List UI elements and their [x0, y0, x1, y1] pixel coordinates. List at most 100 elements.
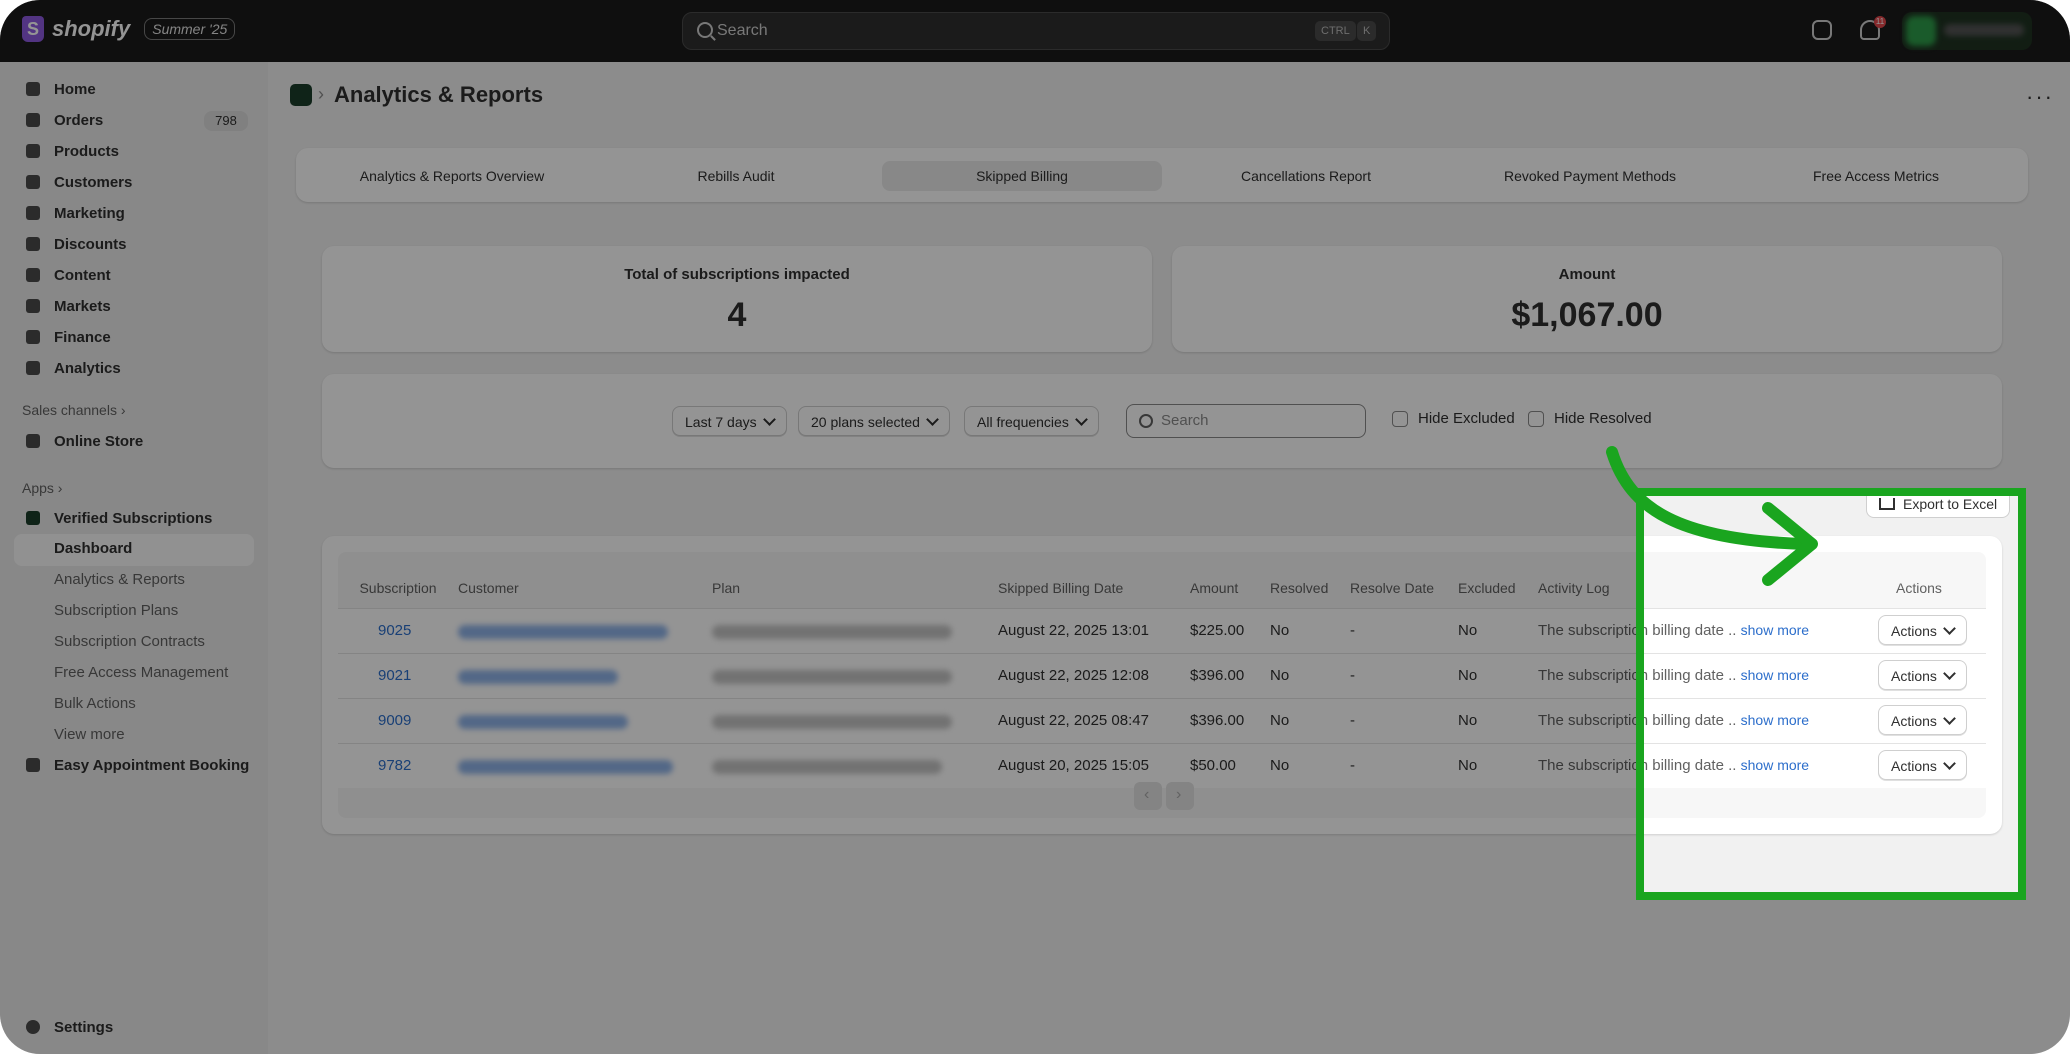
plans-label: 20 plans selected — [811, 414, 920, 430]
show-more-link[interactable]: show more — [1741, 622, 1809, 638]
frequency-select[interactable]: All frequencies — [964, 406, 1099, 436]
plan-redacted — [712, 670, 952, 684]
chevron-down-icon — [1943, 757, 1956, 770]
sidebar-subitem-dashboard[interactable]: Dashboard — [54, 540, 132, 557]
page-title: Analytics & Reports — [334, 82, 544, 107]
date-range-select[interactable]: Last 7 days — [672, 406, 787, 436]
sidebar-item-markets[interactable]: Markets — [26, 293, 111, 319]
col-plan[interactable]: Plan — [712, 580, 740, 596]
subscription-link[interactable]: 9009 — [378, 712, 411, 729]
actions-button[interactable]: Actions — [1878, 705, 1967, 735]
col-resolve-date[interactable]: Resolve Date — [1350, 580, 1434, 596]
sidebar-item-analytics[interactable]: Analytics — [26, 355, 121, 381]
report-tabs: Analytics & Reports Overview Rebills Aud… — [296, 148, 2028, 202]
sales-channels-label[interactable]: Sales channels › — [22, 402, 126, 418]
tab-revoked-payment[interactable]: Revoked Payment Methods — [1454, 161, 1726, 191]
sidebar-subitem-analytics-reports[interactable]: Analytics & Reports — [54, 571, 185, 588]
sidebar-item-easy-appointment[interactable]: Easy Appointment Booking — [26, 752, 249, 778]
hide-resolved-label: Hide Resolved — [1554, 410, 1652, 427]
sidebar-item-finance[interactable]: Finance — [26, 324, 111, 350]
tab-free-access-metrics[interactable]: Free Access Metrics — [1740, 161, 2012, 191]
subscription-link[interactable]: 9782 — [378, 757, 411, 774]
sidebar-item-discounts[interactable]: Discounts — [26, 231, 127, 257]
sidebar-subitem-view-more[interactable]: View more — [54, 726, 125, 743]
shortcut-ctrl: CTRL — [1315, 21, 1356, 41]
sidebar-item-products[interactable]: Products — [26, 138, 119, 164]
content-icon — [26, 268, 40, 282]
col-customer[interactable]: Customer — [458, 580, 519, 596]
tab-skipped-billing[interactable]: Skipped Billing — [882, 161, 1162, 191]
col-subscription[interactable]: Subscription — [338, 580, 458, 596]
customer-redacted — [458, 670, 618, 684]
chevron-left-icon: ‹ — [1144, 786, 1150, 803]
tab-rebills-audit[interactable]: Rebills Audit — [600, 161, 872, 191]
chevron-right-icon: › — [1176, 786, 1182, 803]
sidebar-item-online-store[interactable]: Online Store — [26, 428, 143, 454]
customer-redacted — [458, 625, 668, 639]
sidebar-subitem-free-access[interactable]: Free Access Management — [54, 664, 228, 681]
activity-log: The subscription billing date .. show mo… — [1538, 757, 1810, 774]
amount: $50.00 — [1190, 757, 1236, 774]
global-search[interactable]: Search CTRL K — [682, 12, 1390, 50]
tab-cancellations[interactable]: Cancellations Report — [1170, 161, 1442, 191]
sidebar-item-settings[interactable]: Settings — [26, 1014, 113, 1040]
activity-log: The subscription billing date .. show mo… — [1538, 667, 1810, 684]
sidebar-subitem-subscription-contracts[interactable]: Subscription Contracts — [54, 633, 205, 650]
actions-button[interactable]: Actions — [1878, 750, 1967, 780]
store-icon[interactable] — [1812, 20, 1832, 40]
app-logo-icon[interactable] — [290, 84, 312, 106]
col-skipped-date[interactable]: Skipped Billing Date — [998, 580, 1123, 596]
amount: $396.00 — [1190, 712, 1245, 729]
impacted-label: Total of subscriptions impacted — [624, 266, 850, 283]
sidebar-item-orders[interactable]: Orders — [26, 107, 103, 133]
sidebar-item-verified-subscriptions[interactable]: Verified Subscriptions — [26, 505, 212, 531]
subscription-link[interactable]: 9021 — [378, 667, 411, 684]
show-more-link[interactable]: show more — [1741, 757, 1809, 773]
col-excluded[interactable]: Excluded — [1458, 580, 1516, 596]
show-more-link[interactable]: show more — [1741, 667, 1809, 683]
pagination-prev-button[interactable]: ‹ — [1134, 782, 1162, 810]
sidebar-subitem-subscription-plans[interactable]: Subscription Plans — [54, 602, 178, 619]
actions-button[interactable]: Actions — [1878, 660, 1967, 690]
excluded: No — [1458, 757, 1478, 774]
search-icon — [697, 22, 713, 38]
subscription-link[interactable]: 9025 — [378, 622, 411, 639]
breadcrumb-separator: › — [318, 84, 324, 104]
sidebar-item-label: Markets — [54, 297, 111, 315]
more-actions-icon[interactable]: ··· — [2026, 84, 2054, 110]
export-button[interactable]: Export to Excel — [1866, 488, 2011, 518]
pagination-next-button[interactable]: › — [1166, 782, 1194, 810]
amount: $225.00 — [1190, 622, 1245, 639]
plan-redacted — [712, 760, 942, 774]
tab-overview[interactable]: Analytics & Reports Overview — [316, 161, 588, 191]
target-icon — [26, 206, 40, 220]
orders-count-badge: 798 — [204, 111, 248, 131]
hide-resolved-checkbox[interactable] — [1528, 411, 1544, 427]
chevron-down-icon — [1074, 413, 1088, 426]
col-resolved[interactable]: Resolved — [1270, 580, 1328, 596]
sidebar-item-marketing[interactable]: Marketing — [26, 200, 125, 226]
apps-label[interactable]: Apps › — [22, 480, 62, 496]
show-more-link[interactable]: show more — [1741, 712, 1809, 728]
plans-select[interactable]: 20 plans selected — [798, 406, 950, 436]
storefront-icon — [26, 434, 40, 448]
shopify-logo[interactable]: S shopify Summer '25 — [22, 16, 236, 42]
sidebar-item-customers[interactable]: Customers — [26, 169, 132, 195]
search-icon — [1139, 414, 1153, 428]
sidebar-subitem-bulk-actions[interactable]: Bulk Actions — [54, 695, 136, 712]
hide-excluded-checkbox[interactable] — [1392, 411, 1408, 427]
sidebar-item-home[interactable]: Home — [26, 76, 96, 102]
frequency-label: All frequencies — [977, 414, 1069, 430]
amount-card: Amount $1,067.00 — [1172, 246, 2002, 352]
actions-button[interactable]: Actions — [1878, 615, 1967, 645]
table-search[interactable] — [1126, 404, 1366, 438]
resolve-date: - — [1350, 757, 1355, 774]
plan-redacted — [712, 625, 952, 639]
col-amount[interactable]: Amount — [1190, 580, 1238, 596]
col-activity-log[interactable]: Activity Log — [1538, 580, 1610, 596]
search-input[interactable] — [1159, 411, 1353, 430]
calendar-icon — [26, 758, 40, 772]
sidebar-item-content[interactable]: Content — [26, 262, 111, 288]
sidebar-item-label: Home — [54, 80, 96, 98]
gear-icon — [26, 1020, 40, 1034]
